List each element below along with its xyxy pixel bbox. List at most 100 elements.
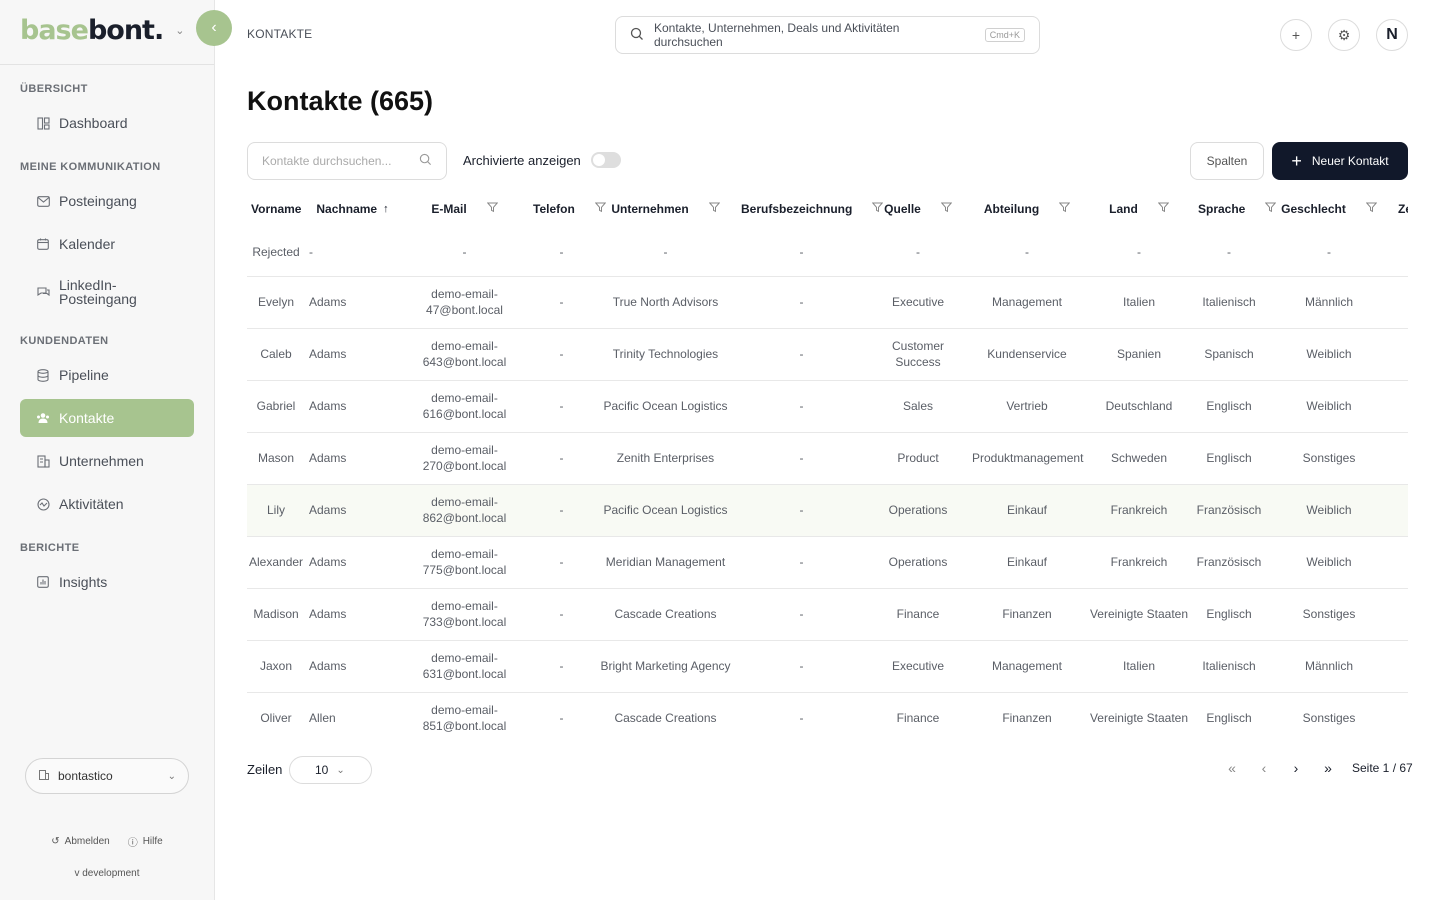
column-header-e-mail[interactable]: E-Mail bbox=[400, 190, 529, 228]
cell-quelle: - bbox=[866, 228, 970, 277]
filter-icon[interactable] bbox=[940, 202, 953, 216]
column-header-abteilung[interactable]: Abteilung bbox=[970, 190, 1084, 228]
columns-button[interactable]: Spalten bbox=[1190, 142, 1264, 180]
chevron-down-icon[interactable]: ⌄ bbox=[175, 24, 184, 37]
settings-button[interactable]: ⚙ bbox=[1328, 19, 1360, 51]
sidebar-item-insights[interactable]: Insights bbox=[20, 563, 194, 601]
column-header-label: Unternehmen bbox=[611, 202, 689, 216]
filter-icon[interactable] bbox=[1058, 202, 1071, 216]
cell-telefon: - bbox=[529, 588, 594, 641]
cell-unternehmen: Cascade Creations bbox=[594, 692, 737, 744]
last-page-button[interactable]: » bbox=[1312, 760, 1344, 776]
new-contact-label: Neuer Kontakt bbox=[1311, 154, 1389, 168]
next-page-button[interactable]: › bbox=[1280, 760, 1312, 776]
cell-land: Spanien bbox=[1084, 328, 1194, 381]
rows-per-page-select[interactable]: 10 ⌄ bbox=[289, 756, 372, 784]
sidebar-item-pipeline[interactable]: Pipeline bbox=[20, 356, 194, 394]
cell-sprache: Englisch bbox=[1194, 432, 1264, 485]
cell-geschlecht: Sonstiges bbox=[1264, 692, 1394, 744]
sidebar-item-dashboard[interactable]: Dashboard bbox=[20, 104, 194, 142]
prev-page-button[interactable]: ‹ bbox=[1248, 760, 1280, 776]
sort-ascending-icon[interactable]: ↑ bbox=[383, 203, 389, 215]
column-header-telefon[interactable]: Telefon bbox=[529, 190, 607, 228]
table-row[interactable]: Jaxon Adams demo-email-631@bont.local - Brig… bbox=[247, 640, 1408, 693]
nav-section-title: MEINE KOMMUNIKATION bbox=[20, 161, 161, 173]
column-header-geschlecht[interactable]: Geschlecht bbox=[1264, 190, 1394, 228]
cell-quelle: Finance bbox=[866, 588, 970, 641]
cell-geschlecht: Weiblich bbox=[1264, 536, 1394, 589]
sidebar-item-label: Posteingang bbox=[59, 193, 137, 209]
cell-e-mail: - bbox=[400, 228, 529, 277]
filter-icon[interactable] bbox=[1157, 202, 1170, 216]
sidebar-item-posteingang[interactable]: Posteingang bbox=[20, 182, 194, 220]
sidebar-item-linkedin-posteingang[interactable]: LinkedIn-Posteingang bbox=[20, 268, 194, 316]
column-header-label: Abteilung bbox=[983, 202, 1040, 216]
column-header-sprache[interactable]: Sprache bbox=[1194, 190, 1277, 228]
filter-icon[interactable] bbox=[594, 202, 607, 216]
sidebar-footer-links: ↺ Abmelden ⓘ Hilfe bbox=[0, 834, 214, 849]
archive-toggle[interactable] bbox=[590, 152, 621, 168]
column-header-berufsbezeichnung[interactable]: Berufsbezeichnung bbox=[737, 190, 884, 228]
cell-geschlecht: Weiblich bbox=[1264, 328, 1394, 381]
plus-icon: + bbox=[1291, 27, 1301, 43]
sidebar-item-aktivitaten[interactable]: Aktivitäten bbox=[20, 485, 194, 523]
chart-icon bbox=[36, 575, 50, 589]
add-button[interactable]: + bbox=[1280, 19, 1312, 51]
column-header-zeitzone[interactable]: Zeitzone bbox=[1394, 190, 1408, 228]
column-header-label: Quelle bbox=[884, 202, 921, 216]
sidebar-item-unternehmen[interactable]: Unternehmen bbox=[20, 442, 194, 480]
filter-icon[interactable] bbox=[1265, 202, 1277, 216]
cell-berufsbezeichnung: - bbox=[737, 692, 866, 744]
table-row[interactable]: Gabriel Adams demo-email-616@bont.local - Pa… bbox=[247, 380, 1408, 433]
cell-quelle: Product bbox=[866, 432, 970, 485]
table-row[interactable]: Mason Adams demo-email-270@bont.local - Zeni… bbox=[247, 432, 1408, 485]
filter-icon[interactable] bbox=[1365, 202, 1378, 216]
sidebar-item-kontakte[interactable]: Kontakte bbox=[20, 399, 194, 437]
cell-zeitzone: (UTC bbox=[1394, 432, 1408, 485]
avatar[interactable]: N bbox=[1376, 19, 1408, 51]
table-row[interactable]: Rejected - - - - - - - - - - bbox=[247, 228, 1408, 277]
cell-geschlecht: Weiblich bbox=[1264, 380, 1394, 433]
cell-unternehmen: Bright Marketing Agency bbox=[594, 640, 737, 693]
sidebar-item-kalender[interactable]: Kalender bbox=[20, 225, 194, 263]
logout-link[interactable]: ↺ Abmelden bbox=[51, 834, 109, 849]
filter-icon[interactable] bbox=[708, 202, 720, 216]
cell-unternehmen: Zenith Enterprises bbox=[594, 432, 737, 485]
new-contact-button[interactable]: + Neuer Kontakt bbox=[1272, 142, 1408, 180]
filter-icon[interactable] bbox=[872, 202, 884, 216]
table-row[interactable]: Oliver Allen demo-email-851@bont.local - Cas… bbox=[247, 692, 1408, 744]
help-link[interactable]: ⓘ Hilfe bbox=[128, 834, 163, 849]
sidebar-item-label: LinkedIn-Posteingang bbox=[59, 277, 137, 307]
table-row[interactable]: Evelyn Adams demo-email-47@bont.local - True… bbox=[247, 276, 1408, 329]
cell-nachname: Adams bbox=[305, 380, 400, 433]
brand-logo[interactable]: basebont. ⌄ bbox=[20, 12, 184, 48]
brand-bont-text: bont. bbox=[87, 14, 164, 46]
nav-section-title: ÜBERSICHT bbox=[20, 83, 88, 95]
table-row[interactable]: Madison Adams demo-email-733@bont.local - Ca… bbox=[247, 588, 1408, 641]
contacts-table-container[interactable]: Vorname Nachname ↑ E-Mail Telefon Unternehmen… bbox=[247, 190, 1408, 744]
version-label: v development bbox=[74, 868, 140, 879]
column-header-nachname[interactable]: Nachname ↑ bbox=[305, 190, 400, 228]
table-row[interactable]: Caleb Adams demo-email-643@bont.local - Trin… bbox=[247, 328, 1408, 381]
cell-vorname: Madison bbox=[247, 588, 305, 641]
column-header-unternehmen[interactable]: Unternehmen bbox=[594, 190, 737, 228]
cell-vorname: Evelyn bbox=[247, 276, 305, 329]
chevron-down-icon: ⌄ bbox=[336, 764, 345, 776]
contacts-search-placeholder: Kontakte durchsuchen... bbox=[262, 154, 392, 168]
table-row[interactable]: Alexander Adams demo-email-775@bont.local -… bbox=[247, 536, 1408, 589]
collapse-sidebar-button[interactable]: ‹ bbox=[196, 10, 232, 46]
contacts-search-input[interactable]: Kontakte durchsuchen... bbox=[247, 142, 447, 180]
filter-icon[interactable] bbox=[486, 202, 498, 216]
breadcrumb: KONTAKTE bbox=[247, 27, 313, 41]
column-header-label: Telefon bbox=[533, 202, 575, 216]
activity-icon bbox=[36, 497, 50, 511]
cell-berufsbezeichnung: - bbox=[737, 484, 866, 537]
column-header-land[interactable]: Land bbox=[1084, 190, 1194, 228]
workspace-selector[interactable]: bontastico ⌄ bbox=[25, 758, 189, 794]
cell-berufsbezeichnung: - bbox=[737, 640, 866, 693]
table-row[interactable]: Lily Adams demo-email-862@bont.local - Pacif… bbox=[247, 484, 1408, 537]
double-chevron-right-icon: » bbox=[1324, 760, 1332, 776]
column-header-vorname[interactable]: Vorname bbox=[247, 190, 305, 228]
global-search-input[interactable]: Kontakte, Unternehmen, Deals und Aktivit… bbox=[615, 16, 1040, 54]
first-page-button[interactable]: « bbox=[1216, 760, 1248, 776]
